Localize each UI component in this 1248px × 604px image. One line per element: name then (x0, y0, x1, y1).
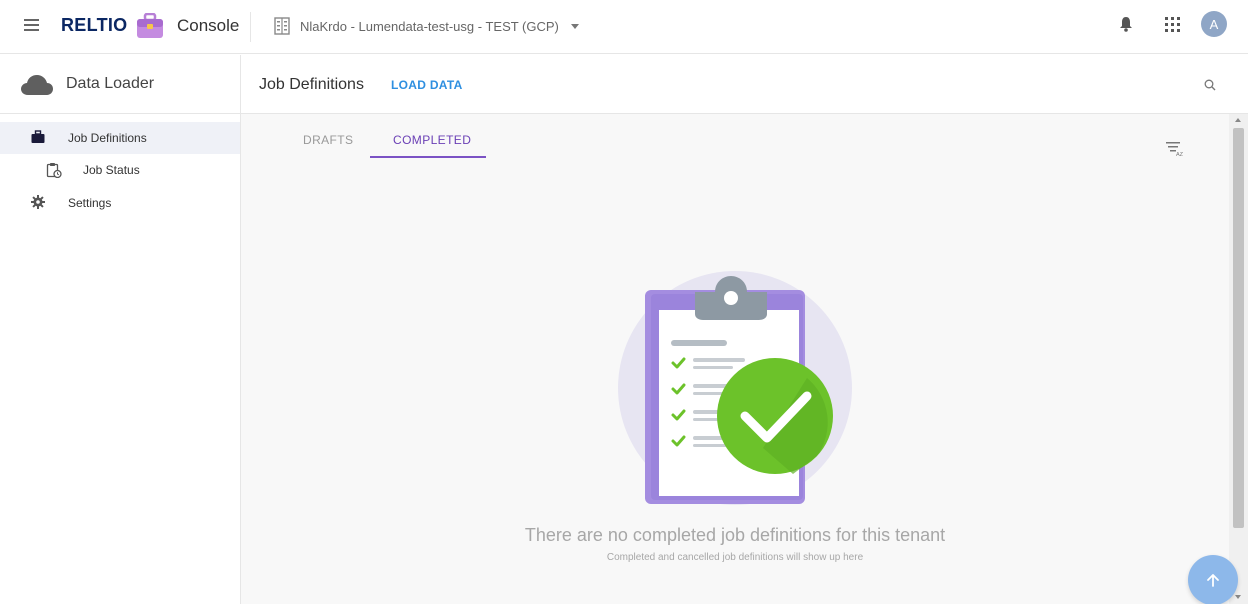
product-name: Console (177, 16, 240, 35)
empty-state-title: There are no completed job definitions f… (524, 525, 946, 545)
briefcase-icon (31, 130, 45, 143)
scroll-to-top-button[interactable] (1188, 555, 1238, 604)
clipboard-clock-icon (46, 163, 62, 178)
main-content: Job Definitions LOAD DATA DRAFTS COMPLET… (241, 55, 1248, 604)
scroll-down-arrow-icon[interactable] (1235, 595, 1241, 599)
tab-drafts[interactable]: DRAFTS (303, 133, 353, 147)
clipboard-check-illustration (618, 271, 852, 505)
sidebar-item-label: Job Status (83, 163, 140, 177)
brand-logo-text: RELTIO (61, 15, 128, 35)
toolbox-logo-icon (136, 12, 164, 44)
sidebar-title: Data Loader (66, 75, 155, 92)
avatar[interactable]: A (1201, 11, 1227, 37)
scrollbar-thumb[interactable] (1233, 128, 1244, 528)
apps-grid-icon[interactable] (1165, 17, 1180, 32)
cloud-icon (21, 75, 53, 95)
sidebar-header: Data Loader (0, 55, 240, 114)
main-header: Job Definitions LOAD DATA (241, 55, 1248, 114)
search-icon[interactable] (1204, 79, 1216, 91)
sidebar-item-label: Settings (68, 196, 112, 210)
gear-icon (31, 195, 45, 209)
tab-completed[interactable]: COMPLETED (393, 133, 471, 147)
chevron-down-icon (570, 23, 579, 29)
sidebar-item-label: Job Definitions (68, 131, 147, 145)
building-icon (274, 17, 290, 35)
sort-filter-icon[interactable]: AZ (1166, 141, 1186, 157)
sidebar: Data Loader Job Definitions Job Status S… (0, 55, 241, 604)
arrow-up-icon (1207, 574, 1219, 587)
active-tab-indicator (370, 156, 486, 158)
sidebar-item-job-status[interactable]: Job Status (0, 154, 240, 186)
top-bar: RELTIO Console NlaKrdo - Lumendata-test-… (0, 0, 1248, 54)
sidebar-item-job-definitions[interactable]: Job Definitions (0, 122, 240, 154)
empty-state-subtitle: Completed and cancelled job definitions … (606, 552, 864, 563)
tenant-name: NlaKrdo - Lumendata-test-usg - TEST (GCP… (300, 18, 559, 34)
scrollbar[interactable] (1229, 114, 1248, 604)
menu-icon[interactable] (24, 19, 39, 32)
sort-badge: AZ (1176, 152, 1184, 157)
bell-icon[interactable] (1119, 16, 1133, 37)
scroll-up-arrow-icon[interactable] (1235, 118, 1241, 122)
load-data-button[interactable]: LOAD DATA (391, 78, 463, 92)
divider (250, 12, 251, 42)
tenant-selector[interactable]: NlaKrdo - Lumendata-test-usg - TEST (GCP… (274, 15, 579, 37)
sidebar-item-settings[interactable]: Settings (0, 187, 240, 219)
page-title: Job Definitions (259, 76, 364, 93)
